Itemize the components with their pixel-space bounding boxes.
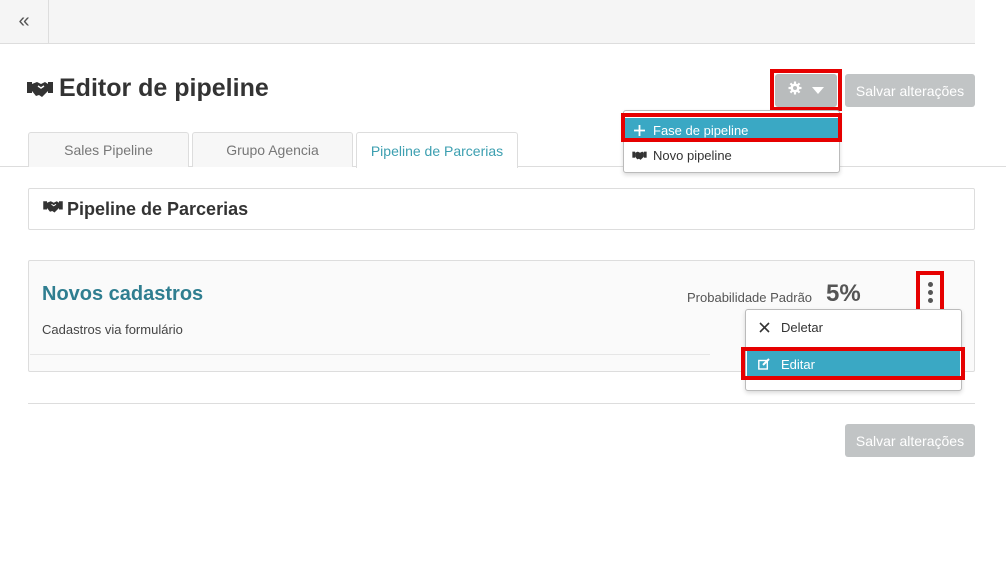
- right-edge: [975, 0, 1006, 580]
- menu-item-novo-pipeline[interactable]: Novo pipeline: [625, 143, 838, 167]
- stage-options-button[interactable]: [921, 276, 939, 309]
- collapse-sidebar-button[interactable]: «: [0, 0, 49, 43]
- handshake-icon: [625, 150, 653, 161]
- bottom-divider: [28, 403, 975, 404]
- gear-icon: [788, 81, 802, 100]
- menu-item-label: Fase de pipeline: [653, 122, 749, 138]
- settings-dropdown-button[interactable]: [775, 74, 837, 107]
- page-header: Editor de pipeline: [27, 74, 269, 103]
- stage-title: Novos cadastros: [42, 283, 204, 305]
- menu-item-label: Editar: [781, 356, 815, 372]
- save-changes-button-bottom[interactable]: Salvar alterações: [845, 424, 975, 457]
- handshake-icon: [43, 199, 63, 219]
- tab-grupo-agencia[interactable]: Grupo Agencia: [192, 132, 353, 167]
- plus-icon: [625, 124, 653, 136]
- pipeline-title: Pipeline de Parcerias: [67, 198, 249, 219]
- stage-description: Cadastros via formulário: [42, 322, 183, 337]
- tab-pipeline-de-parcerias[interactable]: Pipeline de Parcerias: [356, 132, 518, 168]
- pipeline-header: Pipeline de Parcerias: [28, 188, 975, 230]
- stage-options-menu: Deletar Editar: [745, 309, 962, 391]
- menu-item-editar[interactable]: Editar: [747, 351, 960, 377]
- menu-item-deletar[interactable]: Deletar: [747, 314, 960, 340]
- edit-icon: [747, 358, 781, 370]
- double-chevron-left-icon: «: [18, 10, 30, 32]
- probability-value: 5%: [826, 280, 861, 307]
- stage-divider: [30, 354, 710, 355]
- top-bar: «: [0, 0, 975, 44]
- tab-sales-pipeline[interactable]: Sales Pipeline: [28, 132, 189, 167]
- kebab-dot-icon: [927, 298, 933, 303]
- menu-item-fase-de-pipeline[interactable]: Fase de pipeline: [625, 118, 838, 142]
- caret-down-icon: [812, 82, 824, 100]
- menu-item-label: Novo pipeline: [653, 147, 732, 163]
- close-icon: [747, 321, 781, 333]
- probability-label: Probabilidade Padrão: [687, 290, 813, 305]
- menu-item-label: Deletar: [781, 319, 823, 335]
- save-changes-button-top[interactable]: Salvar alterações: [845, 74, 975, 107]
- kebab-dot-icon: [927, 282, 933, 287]
- handshake-icon: [27, 79, 53, 99]
- settings-dropdown-menu: Fase de pipeline Novo pipeline: [623, 110, 840, 173]
- page-title: Editor de pipeline: [59, 74, 269, 102]
- kebab-dot-icon: [927, 290, 933, 295]
